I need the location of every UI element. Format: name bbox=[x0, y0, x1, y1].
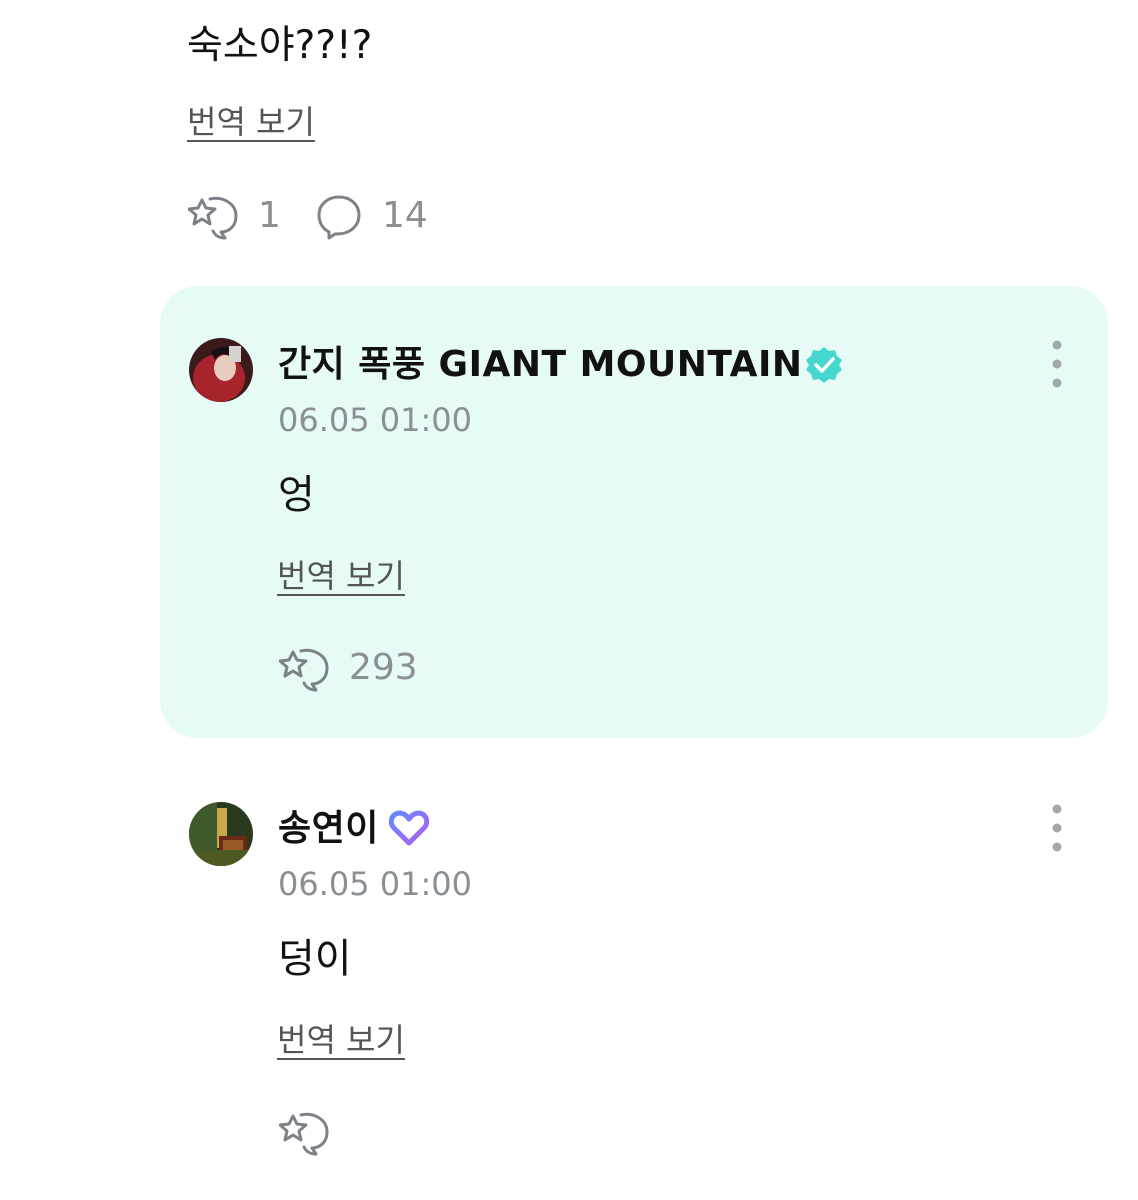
post-text: 숙소야??!? bbox=[187, 23, 373, 68]
comment-count: 14 bbox=[382, 195, 428, 236]
like-icon[interactable] bbox=[279, 1110, 331, 1156]
avatar[interactable] bbox=[189, 802, 253, 866]
reply-translate-link[interactable]: 번역 보기 bbox=[277, 1020, 405, 1060]
comment-icon[interactable] bbox=[316, 194, 362, 240]
avatar[interactable] bbox=[189, 338, 253, 402]
like-count: 293 bbox=[349, 647, 418, 688]
reply-timestamp: 06.05 01:00 bbox=[278, 401, 472, 439]
like-icon[interactable] bbox=[279, 646, 331, 692]
reply-timestamp: 06.05 01:00 bbox=[278, 865, 472, 903]
verified-badge-icon bbox=[804, 345, 844, 385]
reply-author-name[interactable]: 송연이 bbox=[278, 807, 379, 851]
like-count: 1 bbox=[258, 195, 281, 236]
more-options-icon[interactable] bbox=[1047, 802, 1067, 856]
reply-translate-link[interactable]: 번역 보기 bbox=[277, 556, 405, 596]
post-translate-link[interactable]: 번역 보기 bbox=[187, 102, 315, 142]
reply-text: 엉 bbox=[278, 472, 315, 518]
reply-text: 덩이 bbox=[278, 936, 352, 982]
more-options-icon[interactable] bbox=[1047, 338, 1067, 392]
reply-author-name[interactable]: 간지 폭풍 GIANT MOUNTAIN bbox=[278, 343, 803, 387]
like-icon[interactable] bbox=[188, 194, 240, 240]
membership-badge-icon bbox=[389, 810, 429, 846]
